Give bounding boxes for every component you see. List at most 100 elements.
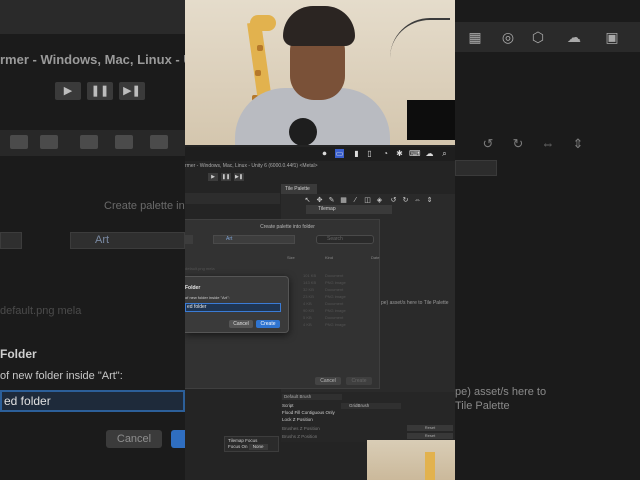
file-size: 5 KB (303, 315, 312, 320)
reset-button[interactable]: Reset (407, 433, 453, 439)
move-tool-icon[interactable]: ✥ (315, 196, 324, 205)
picker-tool-icon[interactable]: ⁄ (351, 196, 360, 205)
pause-icon[interactable]: ❚❚ (221, 173, 231, 181)
backdrop-tool-icon (10, 135, 28, 149)
backdrop-location: Art (70, 232, 185, 249)
file-kind: PNG image (325, 308, 346, 313)
backdrop-field (455, 160, 497, 176)
flip-icon: ⇔ (541, 136, 555, 151)
package-icon: ⬡ (531, 29, 545, 45)
paint-tool-icon[interactable]: ✎ (327, 196, 336, 205)
file-kind: Document (325, 287, 344, 292)
webcam-overlay (185, 0, 455, 145)
screen-record-icon[interactable]: ⏺ (320, 149, 329, 158)
folder-name-input[interactable]: ed folder (185, 303, 281, 312)
search-icon[interactable]: ⌕ (440, 149, 449, 158)
bluetooth-icon[interactable]: ✱ (395, 149, 404, 158)
webcam-thumbnail (367, 440, 455, 480)
backdrop-play-icon: ▶ (55, 82, 81, 100)
file-size: 32 KB (303, 287, 314, 292)
window-icon[interactable]: ▯ (365, 149, 374, 158)
backdrop-pause-icon: ❚❚ (87, 82, 113, 100)
backdrop-window-title: rmer - Windows, Mac, Linux - U (0, 52, 185, 67)
person-hair (283, 6, 355, 46)
z-position-label: Brushs Z Position (282, 434, 318, 439)
new-folder-title: Folder (185, 285, 201, 291)
rotate-cw-icon[interactable]: ↻ (401, 196, 410, 205)
file-kind: PNG image (325, 294, 346, 299)
play-icon[interactable]: ▶ (208, 173, 218, 181)
keyboard-icon[interactable]: ⌨ (409, 149, 421, 158)
rotate-cw-icon: ↻ (512, 136, 524, 151)
column-header-size[interactable]: Size (287, 255, 295, 260)
scene-toolbar (185, 193, 280, 204)
eraser-tool-icon[interactable]: ◫ (363, 196, 372, 205)
giraffe-spot (255, 70, 261, 76)
control-icon[interactable]: ▭ (335, 149, 344, 158)
backdrop-new-folder-heading: Folder (0, 347, 37, 361)
backdrop-create (171, 430, 185, 448)
backdrop-topbar (0, 0, 185, 34)
flip-v-icon[interactable]: ⇕ (425, 196, 434, 205)
cloud-icon: ☁ (567, 29, 581, 45)
column-header-kind[interactable]: Kind (325, 255, 333, 260)
search-input[interactable]: Search (316, 235, 374, 244)
mac-menubar: ⏺ ▭ ▮ ▯ ◔ ✱ ⌨ ☁ ⌕ (185, 147, 455, 161)
back-button[interactable] (185, 235, 193, 244)
rotate-icon: ↺ (482, 136, 494, 151)
file-size: 23 KB (303, 294, 314, 299)
step-icon[interactable]: ▶❚ (234, 173, 244, 181)
wifi-icon[interactable]: ◔ (381, 149, 390, 158)
file-size: 143 KB (303, 280, 317, 285)
new-folder-label: of new folder inside "Art": (185, 295, 230, 300)
backdrop-create-palette: Create palette in (104, 200, 185, 212)
backdrop-file: default.png mela (0, 305, 82, 317)
backdrop-step-icon: ▶❚ (119, 82, 145, 100)
new-folder-cancel-button[interactable]: Cancel (229, 320, 253, 328)
backdrop-tool-icon (40, 135, 58, 149)
giraffe-decal (425, 452, 435, 480)
tilemap-focus-overlay: Tilemap Focus Focus On None (224, 436, 279, 452)
backdrop-tool-icon (80, 135, 98, 149)
rotate-icon[interactable]: ↺ (389, 196, 398, 205)
monitor (407, 100, 455, 140)
default-brush-select[interactable]: Default Brush (282, 394, 342, 400)
giraffe-spot (257, 45, 263, 51)
dialog-cancel-button[interactable]: Cancel (315, 377, 341, 385)
layout-icon: ▦ (468, 29, 482, 45)
drop-hint: pe) asset/s here to Tile Palette (381, 300, 449, 306)
cloud-icon[interactable]: ☁ (425, 149, 434, 158)
z-position-label: Brushes Z Position (282, 426, 320, 431)
file-size: 4 KB (303, 322, 312, 327)
focus-label: Focus On (228, 444, 248, 449)
backdrop-name-input: ed folder (0, 390, 185, 412)
file-size: 4 KB (303, 301, 312, 306)
battery-icon[interactable]: ▮ (352, 149, 361, 158)
list-item[interactable]: default.png mela (185, 265, 380, 272)
new-folder-create-button[interactable]: Create (256, 320, 280, 328)
select-tool-icon[interactable]: ↖ (303, 196, 312, 205)
lock-z-label: Lock Z Position (282, 417, 313, 422)
backdrop-drop-hint: pe) asset/s here to Tile Palette (455, 386, 547, 412)
reset-button[interactable]: Reset (407, 425, 453, 431)
file-kind: PNG image (325, 280, 346, 285)
flip-icon[interactable]: ⇔ (413, 196, 422, 205)
column-header-date[interactable]: Date (371, 255, 379, 260)
tab-tile-palette[interactable]: Tile Palette (281, 184, 317, 194)
unity-window-title: rmer - Windows, Mac, Linux - Unity 6 (60… (185, 163, 318, 169)
dialog-create-button[interactable]: Create (346, 377, 372, 385)
giraffe-head (250, 15, 276, 31)
file-kind: PNG image (325, 322, 346, 327)
backdrop-tool-icon (115, 135, 133, 149)
backdrop-tool-icon (150, 135, 168, 149)
image-icon: ▣ (605, 29, 619, 45)
fill-tool-icon[interactable]: ◈ (375, 196, 384, 205)
active-tilemap-select[interactable]: Tilemap (306, 205, 392, 214)
file-kind: Document (325, 273, 344, 278)
focus-select[interactable]: None (248, 444, 268, 450)
script-label: Script (282, 403, 294, 408)
location-select[interactable]: Art (213, 235, 295, 244)
dialog-title: Create palette into folder (260, 224, 315, 230)
file-size: 101 KB (303, 273, 317, 278)
box-fill-icon[interactable]: ▦ (339, 196, 348, 205)
